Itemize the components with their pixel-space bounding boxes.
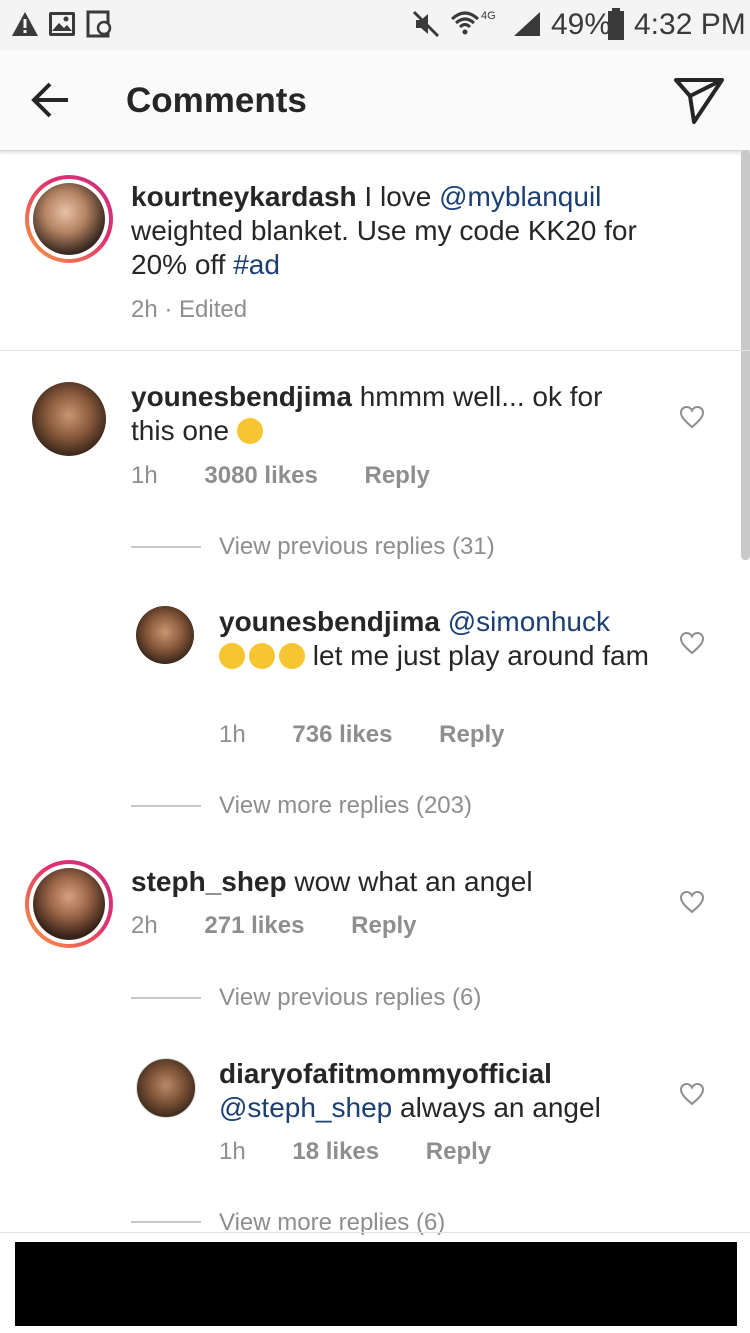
- reply-username[interactable]: younesbendjima: [219, 606, 440, 637]
- likes-count[interactable]: 271 likes: [204, 911, 304, 941]
- bottom-divider: [0, 1232, 750, 1233]
- reply-time: 1h: [219, 721, 246, 748]
- thread-line: [131, 997, 201, 999]
- reply-button[interactable]: Reply: [364, 461, 429, 491]
- network-type: 4G: [481, 10, 496, 22]
- rolling-on-floor-laughing-icon: [279, 643, 305, 669]
- comment-time: 2h: [131, 912, 158, 939]
- heart-icon[interactable]: [679, 1082, 705, 1106]
- avatar[interactable]: [33, 868, 105, 940]
- comment-meta: 1h 3080 likes Reply: [131, 461, 430, 491]
- likes-count[interactable]: 3080 likes: [204, 461, 317, 491]
- reply-button[interactable]: Reply: [439, 720, 504, 750]
- likes-count[interactable]: 736 likes: [292, 720, 392, 750]
- signal-icon: [514, 12, 540, 36]
- status-bar: 4G 49% 4:32 PM: [0, 0, 750, 50]
- comments-header: Comments: [0, 50, 750, 151]
- thread-line: [131, 805, 201, 807]
- reply-mention[interactable]: @steph_shep: [219, 1092, 392, 1123]
- squinting-face-with-tongue-icon: [236, 418, 263, 444]
- comment-text: steph_shep wow what an angel: [131, 865, 651, 899]
- story-ring[interactable]: [25, 175, 113, 263]
- caption-meta: 2h · Edited: [131, 296, 248, 323]
- heart-icon[interactable]: [679, 405, 705, 429]
- avatar[interactable]: [33, 183, 105, 255]
- thread-line: [131, 1221, 201, 1223]
- comment-body: wow what an angel: [286, 866, 533, 897]
- wifi-icon: [450, 11, 480, 35]
- rolling-on-floor-laughing-icon: [249, 643, 275, 669]
- caption-mention[interactable]: @myblanquil: [439, 181, 601, 212]
- avatar[interactable]: [136, 1058, 196, 1118]
- paper-plane-icon[interactable]: [672, 74, 726, 126]
- view-replies-link[interactable]: View more replies (6): [219, 1208, 445, 1238]
- reply-meta: 1h 736 likes Reply: [219, 720, 505, 750]
- caption-hashtag[interactable]: #ad: [233, 249, 280, 280]
- comment-text: younesbendjima hmmm well... ok for this …: [131, 380, 651, 448]
- story-ring[interactable]: [25, 860, 113, 948]
- reply-text: diaryofafitmommyofficial @steph_shep alwa…: [219, 1057, 659, 1125]
- caption-text: kourtneykardash I love @myblanquil weigh…: [131, 180, 671, 282]
- likes-count[interactable]: 18 likes: [292, 1137, 379, 1167]
- comment-username[interactable]: younesbendjima: [131, 381, 352, 412]
- scrollbar[interactable]: [741, 150, 750, 560]
- redacted-bar: [15, 1242, 737, 1326]
- caption-body-2: weighted blanket. Use my code KK20 for 2…: [131, 215, 637, 280]
- view-replies-link[interactable]: View previous replies (31): [219, 532, 495, 562]
- reply-body: always an angel: [392, 1092, 601, 1123]
- arrow-left-icon[interactable]: [28, 78, 72, 122]
- thread-line: [131, 546, 201, 548]
- divider: [0, 350, 750, 351]
- battery-icon: [608, 8, 624, 40]
- comment-meta: 2h 271 likes Reply: [131, 911, 417, 941]
- caption-username[interactable]: kourtneykardash: [131, 181, 357, 212]
- battery-percent: 49%: [551, 8, 612, 41]
- view-replies-link[interactable]: View more replies (203): [219, 791, 472, 821]
- sync-icon: [86, 10, 112, 38]
- page-title: Comments: [126, 81, 307, 120]
- rolling-on-floor-laughing-icon: [219, 643, 245, 669]
- heart-icon[interactable]: [679, 631, 705, 655]
- clock: 4:32 PM: [634, 8, 746, 41]
- reply-text: younesbendjima @simonhuck let me just pl…: [219, 605, 649, 673]
- warning-icon: [12, 12, 38, 36]
- avatar[interactable]: [136, 606, 194, 664]
- reply-button[interactable]: Reply: [426, 1137, 491, 1167]
- reply-mention[interactable]: @simonhuck: [448, 606, 610, 637]
- view-replies-link[interactable]: View previous replies (6): [219, 983, 481, 1013]
- reply-body: let me just play around fam: [305, 640, 649, 671]
- caption-body: I love: [356, 181, 440, 212]
- reply-meta: 1h 18 likes Reply: [219, 1137, 491, 1167]
- mute-icon: [412, 10, 440, 38]
- comment-username[interactable]: steph_shep: [131, 866, 287, 897]
- heart-icon[interactable]: [679, 890, 705, 914]
- comment-time: 1h: [131, 462, 158, 489]
- reply-username[interactable]: diaryofafitmommyofficial: [219, 1058, 552, 1089]
- image-icon: [49, 12, 75, 36]
- reply-time: 1h: [219, 1138, 246, 1165]
- avatar[interactable]: [32, 382, 106, 456]
- reply-button[interactable]: Reply: [351, 911, 416, 941]
